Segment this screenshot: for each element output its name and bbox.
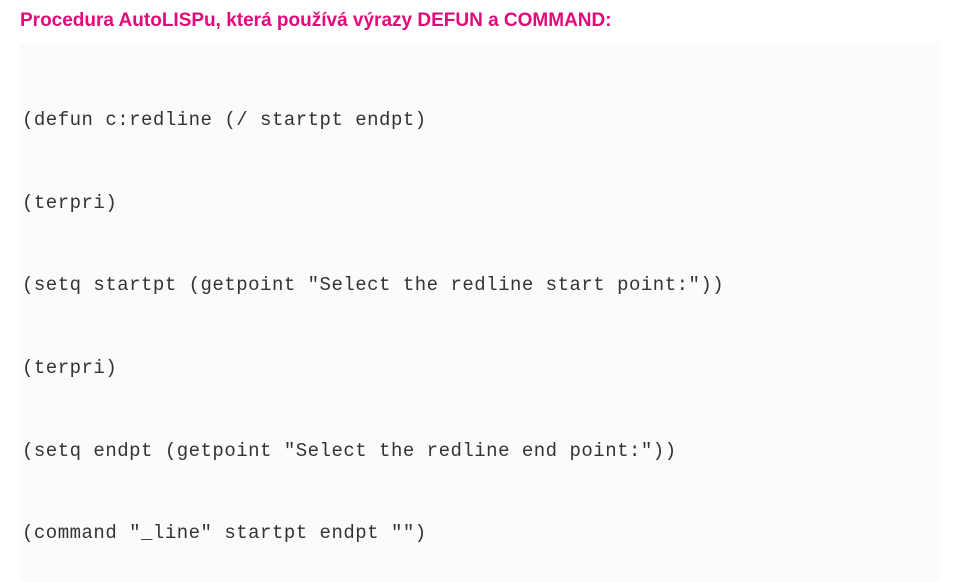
document-page: Procedura AutoLISPu, která používá výraz… xyxy=(0,0,959,582)
code-line: (setq endpt (getpoint "Select the redlin… xyxy=(22,438,937,466)
code-line: (setq startpt (getpoint "Select the redl… xyxy=(22,272,937,300)
code-line: (command "_line" startpt endpt "") xyxy=(22,520,937,548)
code-block: (defun c:redline (/ startpt endpt) (terp… xyxy=(20,44,939,582)
section-heading: Procedura AutoLISPu, která používá výraz… xyxy=(20,10,939,32)
code-line: (defun c:redline (/ startpt endpt) xyxy=(22,107,937,135)
code-line: (terpri) xyxy=(22,190,937,218)
code-line: (terpri) xyxy=(22,355,937,383)
